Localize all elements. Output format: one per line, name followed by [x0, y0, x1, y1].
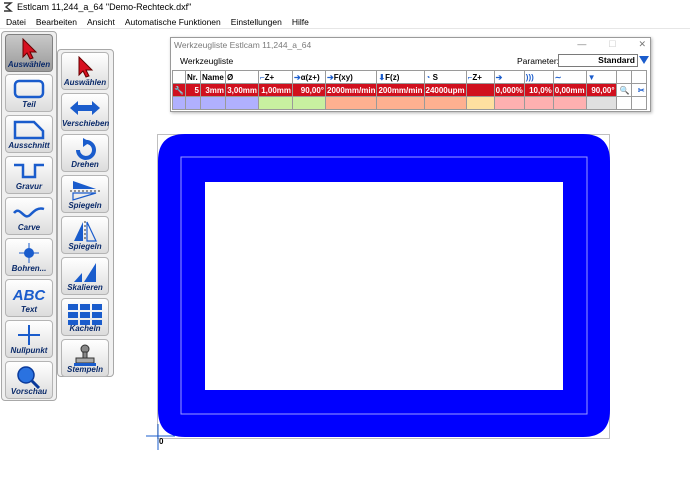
toolpath-outline: [180, 156, 588, 415]
origin-label: 0: [159, 437, 164, 446]
rectangle-part[interactable]: [158, 134, 610, 437]
drawing-canvas[interactable]: [0, 0, 690, 478]
